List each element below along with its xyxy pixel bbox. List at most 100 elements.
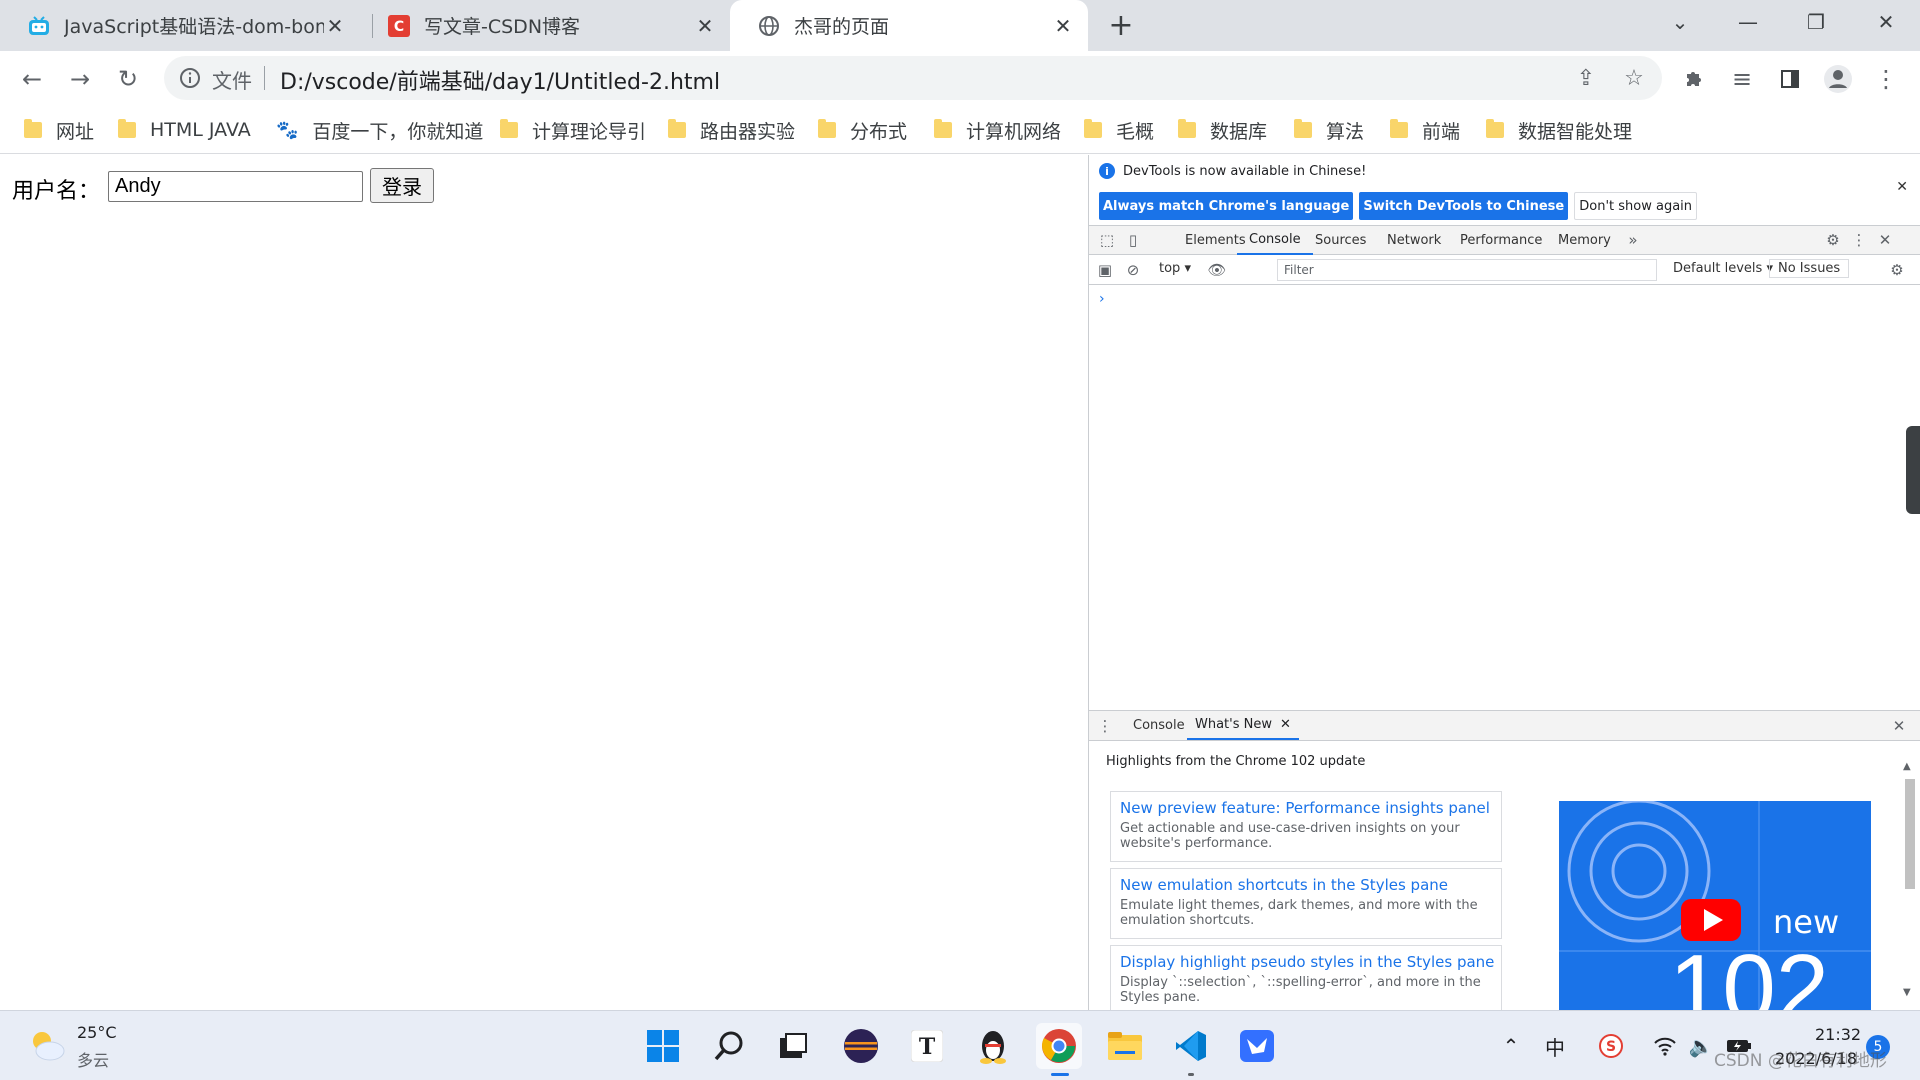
drawer-tab-console[interactable]: Console <box>1133 711 1185 740</box>
volume-speaker-icon[interactable]: 🔈 <box>1688 1033 1714 1059</box>
live-expression-eye-icon[interactable]: 👁 <box>1207 260 1227 280</box>
task-view-icon[interactable] <box>770 1023 816 1069</box>
bookmark-item[interactable]: 数据智能处理 <box>1486 116 1632 144</box>
device-toolbar-icon[interactable]: ▯ <box>1123 230 1143 250</box>
scroll-thumb[interactable] <box>1905 779 1915 889</box>
whats-new-video-thumbnail[interactable]: new 102 <box>1559 801 1871 1011</box>
url-text[interactable]: D:/vscode/前端基础/day1/Untitled-2.html <box>280 64 720 96</box>
drawer-scrollbar[interactable]: ▲ ▼ <box>1903 761 1917 1001</box>
folder-icon <box>934 119 952 138</box>
console-settings-gear-icon[interactable]: ⚙ <box>1887 260 1907 280</box>
feishu-bird-icon[interactable] <box>1234 1023 1280 1069</box>
address-bar[interactable]: 文件 D:/vscode/前端基础/day1/Untitled-2.html ⇪… <box>164 56 1662 100</box>
close-drawer-icon[interactable]: ✕ <box>1889 716 1909 736</box>
bookmark-item[interactable]: 计算机网络 <box>934 116 1061 144</box>
tab-search-chevron-icon[interactable]: ⌄ <box>1650 0 1710 44</box>
bookmark-item[interactable]: 分布式 <box>818 116 907 144</box>
tab-jiege-page[interactable]: 杰哥的页面 ✕ <box>730 0 1088 51</box>
more-tabs-chevron-icon[interactable]: » <box>1623 230 1643 250</box>
search-icon[interactable] <box>706 1023 752 1069</box>
scroll-down-icon[interactable]: ▼ <box>1903 987 1911 998</box>
forward-arrow-icon[interactable]: → <box>62 61 98 97</box>
whats-new-title[interactable]: Display highlight pseudo styles in the S… <box>1120 952 1494 972</box>
bookmark-item[interactable]: 毛概 <box>1084 116 1154 144</box>
typora-icon[interactable]: T <box>904 1023 950 1069</box>
window-close-icon[interactable]: ✕ <box>1856 0 1916 44</box>
svg-text:S: S <box>1606 1039 1616 1055</box>
sogou-input-icon[interactable]: S <box>1598 1033 1624 1059</box>
menu-kebab-icon[interactable]: ⋮ <box>1868 61 1904 97</box>
reading-list-icon[interactable]: ≡ <box>1724 61 1760 97</box>
bookmark-item[interactable]: 网址 <box>24 116 94 144</box>
tab-performance[interactable]: Performance <box>1460 226 1542 255</box>
new-tab-plus-icon[interactable]: + <box>1106 11 1136 42</box>
context-selector[interactable]: top ▾ <box>1159 261 1191 276</box>
share-icon[interactable]: ⇪ <box>1572 64 1600 92</box>
back-arrow-icon[interactable]: ← <box>14 61 50 97</box>
windows-start-icon[interactable] <box>640 1023 686 1069</box>
bookmark-item[interactable]: HTML JAVA <box>118 116 251 144</box>
side-panel-icon[interactable] <box>1772 61 1808 97</box>
clear-console-icon[interactable]: ⊘ <box>1123 260 1143 280</box>
list-item[interactable]: New emulation shortcuts in the Styles pa… <box>1110 868 1502 939</box>
minimize-icon[interactable]: — <box>1718 0 1778 44</box>
devtools-panel: i DevTools is now available in Chinese! … <box>1088 155 1920 1016</box>
eclipse-icon[interactable] <box>838 1023 884 1069</box>
site-info-icon[interactable] <box>178 66 202 90</box>
console-filter-input[interactable]: Filter <box>1277 259 1657 281</box>
sidebar-toggle-icon[interactable]: ▣ <box>1095 260 1115 280</box>
switch-chinese-button[interactable]: Switch DevTools to Chinese <box>1359 192 1569 220</box>
tab-console[interactable]: Console <box>1237 226 1313 255</box>
drawer-menu-kebab-icon[interactable]: ⋮ <box>1095 716 1115 736</box>
list-item[interactable]: New preview feature: Performance insight… <box>1110 791 1502 862</box>
tab-javascript[interactable]: JavaScript基础语法-dom-bom- ✕ <box>0 0 360 51</box>
tab-sources[interactable]: Sources <box>1315 226 1366 255</box>
bookmark-item[interactable]: 计算理论导引 <box>500 116 646 144</box>
bookmark-item[interactable]: 算法 <box>1294 116 1364 144</box>
vscode-icon[interactable] <box>1168 1023 1214 1076</box>
whats-new-title[interactable]: New preview feature: Performance insight… <box>1120 798 1492 818</box>
whats-new-title[interactable]: New emulation shortcuts in the Styles pa… <box>1120 875 1492 895</box>
bookmark-item[interactable]: 路由器实验 <box>668 116 795 144</box>
username-input[interactable]: Andy <box>108 171 363 202</box>
scroll-up-icon[interactable]: ▲ <box>1903 761 1911 772</box>
bookmark-star-icon[interactable]: ☆ <box>1620 64 1648 92</box>
weather-cloud-sun-icon[interactable] <box>26 1027 66 1067</box>
console-prompt[interactable]: › <box>1099 291 1105 307</box>
clock-time[interactable]: 21:32 <box>1815 1025 1861 1044</box>
running-app-indicator <box>1188 1073 1194 1076</box>
reload-icon[interactable]: ↻ <box>110 61 146 97</box>
close-icon[interactable]: ✕ <box>1896 179 1908 195</box>
side-widget-handle[interactable] <box>1906 426 1920 514</box>
issues-button[interactable]: No Issues <box>1769 259 1850 278</box>
dont-show-again-button[interactable]: Don't show again <box>1574 192 1698 220</box>
profile-avatar-icon[interactable] <box>1820 61 1856 97</box>
close-devtools-icon[interactable]: ✕ <box>1875 230 1895 250</box>
close-icon[interactable]: ✕ <box>1280 717 1291 732</box>
bookmark-item[interactable]: 数据库 <box>1178 116 1267 144</box>
devtools-menu-kebab-icon[interactable]: ⋮ <box>1849 230 1869 250</box>
chrome-icon[interactable] <box>1036 1023 1082 1076</box>
match-language-button[interactable]: Always match Chrome's language <box>1099 192 1354 220</box>
close-icon[interactable]: ✕ <box>694 14 716 38</box>
tab-csdn[interactable]: C 写文章-CSDN博客 ✕ <box>360 0 730 51</box>
close-icon[interactable]: ✕ <box>324 14 346 38</box>
ime-indicator[interactable]: 中 <box>1542 1033 1568 1060</box>
qq-penguin-icon[interactable] <box>970 1023 1016 1069</box>
extensions-puzzle-icon[interactable] <box>1676 61 1712 97</box>
file-explorer-folder-icon[interactable] <box>1102 1023 1148 1069</box>
restore-icon[interactable]: ❐ <box>1786 0 1846 44</box>
inspect-element-icon[interactable]: ⬚ <box>1097 230 1117 250</box>
show-hidden-icons-chevron-icon[interactable]: ⌃ <box>1498 1033 1524 1059</box>
tab-memory[interactable]: Memory <box>1558 226 1611 255</box>
bookmark-item[interactable]: 前端 <box>1390 116 1460 144</box>
list-item[interactable]: Display highlight pseudo styles in the S… <box>1110 945 1502 1016</box>
log-levels-dropdown[interactable]: Default levels ▾ <box>1673 261 1773 276</box>
bookmark-item[interactable]: 🐾 百度一下，你就知道 <box>276 116 483 144</box>
wifi-icon[interactable] <box>1652 1033 1678 1059</box>
login-button[interactable]: 登录 <box>370 168 434 203</box>
settings-gear-icon[interactable]: ⚙ <box>1823 230 1843 250</box>
close-icon[interactable]: ✕ <box>1052 14 1074 38</box>
tab-network[interactable]: Network <box>1387 226 1441 255</box>
drawer-tab-whats-new[interactable]: What's New ✕ <box>1187 711 1299 740</box>
